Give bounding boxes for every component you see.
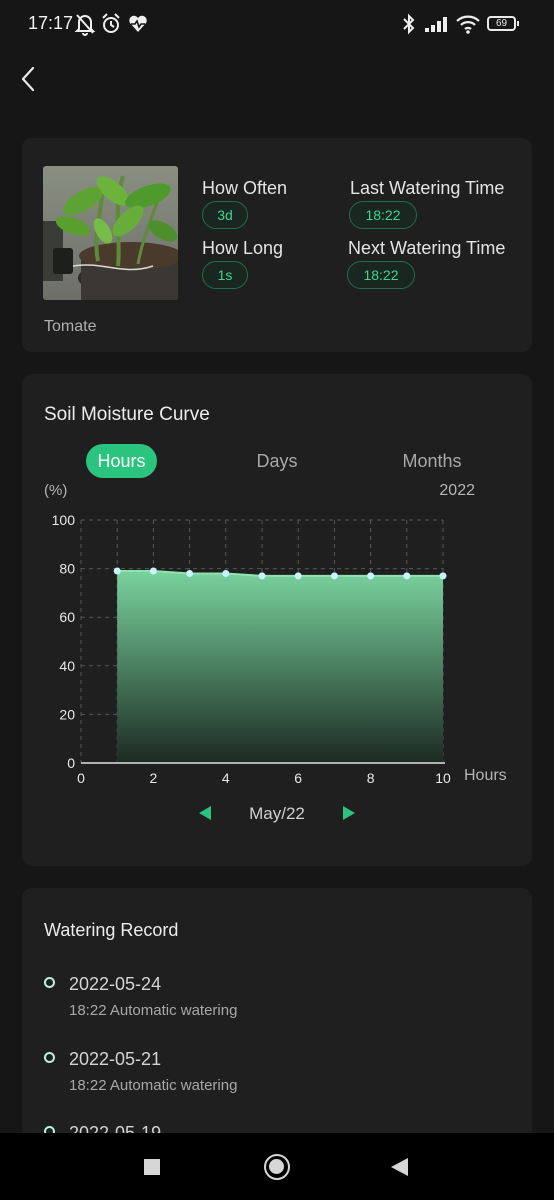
record-date: 2022-05-24 — [69, 974, 162, 994]
data-point — [330, 572, 338, 580]
previous-month-button[interactable] — [199, 806, 211, 820]
watering-record-title: Watering Record — [44, 920, 179, 940]
moisture-chart: 0 20 40 60 80 100 0 2 4 6 8 10 Hours — [52, 512, 507, 786]
how-often-value[interactable]: 3d — [202, 201, 248, 229]
record-dot-icon — [44, 977, 55, 988]
battery-icon: 69 — [487, 16, 519, 31]
back-button[interactable] — [16, 62, 44, 96]
y-unit-label: (%) — [44, 482, 68, 499]
tab-months[interactable]: Months — [392, 444, 472, 478]
y-tick-label: 40 — [59, 658, 75, 674]
y-tick-label: 20 — [59, 706, 75, 722]
last-watering-value: 18:22 — [349, 201, 417, 229]
year-label: 2022 — [439, 482, 475, 499]
x-tick-label: 10 — [435, 770, 451, 786]
x-tick-label: 6 — [294, 770, 302, 786]
moisture-card: Soil Moisture Curve Hours Days Months (%… — [22, 374, 532, 866]
data-point — [222, 569, 230, 577]
data-point — [439, 572, 447, 580]
tab-hours[interactable]: Hours — [86, 444, 157, 478]
data-point — [186, 569, 194, 577]
watering-record-card: Watering Record 2022-05-24 18:22 Automat… — [22, 888, 532, 1148]
mute-bell-icon — [74, 12, 96, 41]
wifi-icon — [455, 12, 483, 41]
x-tick-label: 2 — [150, 770, 158, 786]
how-long-label: How Long — [202, 238, 284, 258]
data-point — [403, 572, 411, 580]
month-label: May/22 — [249, 804, 305, 823]
next-month-button[interactable] — [343, 806, 355, 820]
x-axis-label: Hours — [464, 767, 507, 784]
system-back-button[interactable] — [391, 1158, 408, 1176]
status-time: 17:17 — [28, 13, 74, 33]
last-watering-label: Last Watering Time — [350, 178, 505, 198]
status-bar: 17:17 69 — [0, 0, 554, 50]
y-tick-label: 0 — [67, 755, 75, 771]
alarm-clock-icon — [100, 12, 122, 41]
y-tick-label: 100 — [52, 512, 76, 528]
x-tick-label: 4 — [222, 770, 230, 786]
next-watering-value: 18:22 — [347, 261, 415, 289]
data-point — [367, 572, 375, 580]
recent-apps-button[interactable] — [144, 1159, 160, 1175]
y-tick-label: 80 — [59, 561, 75, 577]
system-nav-bar — [0, 1133, 554, 1200]
record-dot-icon — [44, 1052, 55, 1063]
x-tick-label: 8 — [367, 770, 375, 786]
how-often-label: How Often — [202, 178, 288, 198]
plant-photo[interactable] — [43, 166, 178, 300]
bluetooth-icon — [401, 12, 417, 41]
data-point — [294, 572, 302, 580]
next-watering-label: Next Watering Time — [348, 238, 506, 258]
moisture-area — [117, 571, 443, 763]
record-description: 18:22 Automatic watering — [69, 1077, 238, 1094]
record-date: 2022-05-21 — [69, 1049, 162, 1069]
record-description: 18:22 Automatic watering — [69, 1002, 238, 1019]
data-point — [258, 572, 266, 580]
data-point — [149, 567, 157, 575]
heart-monitor-icon — [127, 12, 149, 41]
plant-info-card: Tomate How Often 3d Last Watering Time 1… — [22, 138, 532, 352]
y-tick-label: 60 — [59, 609, 75, 625]
signal-icon — [423, 12, 451, 41]
tab-days[interactable]: Days — [242, 444, 312, 478]
x-tick-label: 0 — [77, 770, 85, 786]
data-point — [113, 567, 121, 575]
how-long-value[interactable]: 1s — [202, 261, 248, 289]
moisture-title: Soil Moisture Curve — [44, 404, 210, 425]
chevron-left-icon — [21, 66, 35, 92]
plant-name: Tomate — [44, 318, 97, 335]
home-button[interactable] — [264, 1154, 290, 1180]
